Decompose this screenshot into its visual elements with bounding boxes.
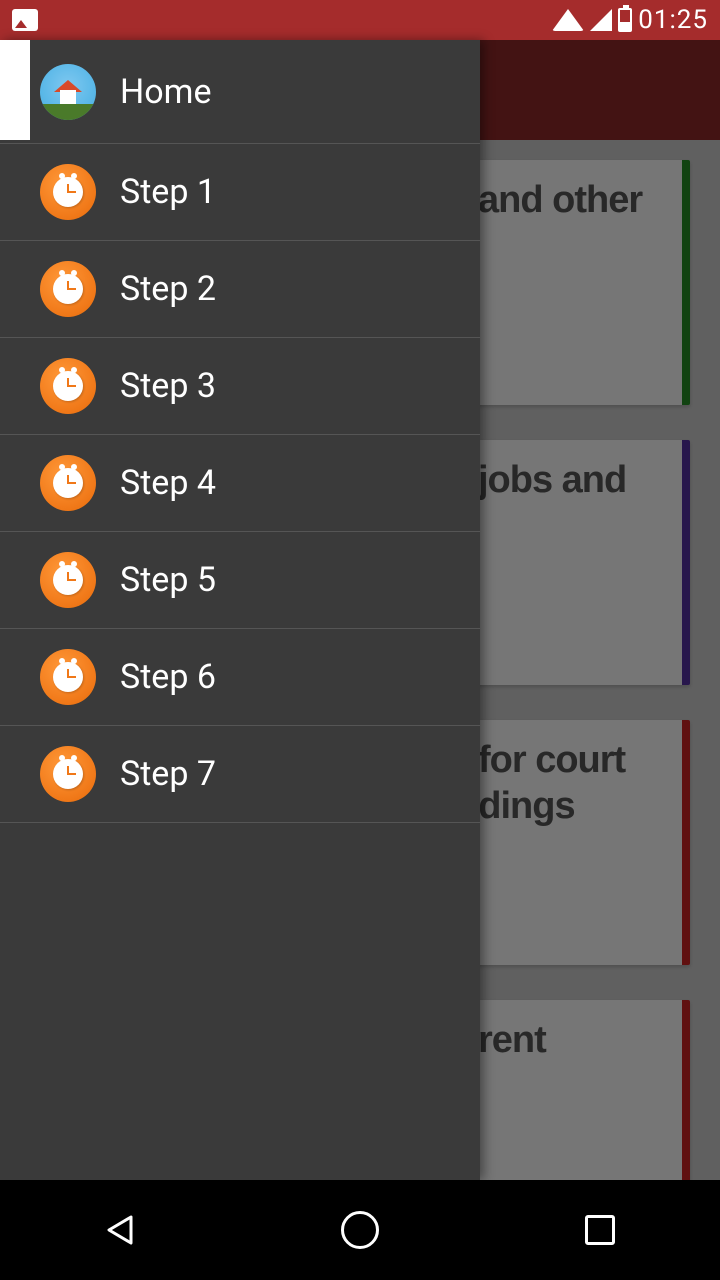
clock-icon bbox=[40, 358, 96, 414]
drawer-item-step-7[interactable]: Step 7 bbox=[0, 726, 480, 823]
clock-icon bbox=[40, 164, 96, 220]
status-right: 01:25 bbox=[552, 5, 708, 35]
drawer-item-step-1[interactable]: Step 1 bbox=[0, 144, 480, 241]
status-time: 01:25 bbox=[638, 5, 708, 35]
recent-square-icon bbox=[585, 1215, 615, 1245]
home-icon bbox=[40, 64, 96, 120]
drawer-item-step-2[interactable]: Step 2 bbox=[0, 241, 480, 338]
back-icon bbox=[103, 1213, 137, 1247]
home-circle-icon bbox=[341, 1211, 379, 1249]
status-bar: 01:25 bbox=[0, 0, 720, 40]
drawer-item-label: Step 2 bbox=[120, 269, 216, 309]
drawer-top-strip bbox=[0, 40, 30, 140]
drawer-item-step-6[interactable]: Step 6 bbox=[0, 629, 480, 726]
drawer-item-step-3[interactable]: Step 3 bbox=[0, 338, 480, 435]
drawer-item-label: Step 7 bbox=[120, 754, 216, 794]
picture-icon bbox=[12, 9, 38, 31]
home-button[interactable] bbox=[338, 1208, 382, 1252]
clock-icon bbox=[40, 455, 96, 511]
back-button[interactable] bbox=[98, 1208, 142, 1252]
navigation-drawer: Home Step 1 Step 2 Step 3 Step 4 bbox=[0, 40, 480, 1180]
drawer-item-label: Home bbox=[120, 72, 212, 112]
clock-icon bbox=[40, 746, 96, 802]
drawer-item-label: Step 1 bbox=[120, 172, 216, 212]
drawer-item-label: Step 5 bbox=[120, 560, 216, 600]
drawer-item-label: Step 4 bbox=[120, 463, 216, 503]
drawer-item-home[interactable]: Home bbox=[0, 40, 480, 144]
drawer-item-step-4[interactable]: Step 4 bbox=[0, 435, 480, 532]
cell-signal-icon bbox=[590, 9, 612, 31]
status-left bbox=[12, 9, 38, 31]
clock-icon bbox=[40, 649, 96, 705]
clock-icon bbox=[40, 261, 96, 317]
drawer-item-label: Step 3 bbox=[120, 366, 216, 406]
system-navigation-bar bbox=[0, 1180, 720, 1280]
battery-icon bbox=[618, 8, 632, 32]
drawer-item-label: Step 6 bbox=[120, 657, 216, 697]
screen: 01:25 and other jobs and for court eedin… bbox=[0, 0, 720, 1280]
clock-icon bbox=[40, 552, 96, 608]
wifi-icon bbox=[552, 9, 584, 31]
drawer-item-step-5[interactable]: Step 5 bbox=[0, 532, 480, 629]
recent-apps-button[interactable] bbox=[578, 1208, 622, 1252]
